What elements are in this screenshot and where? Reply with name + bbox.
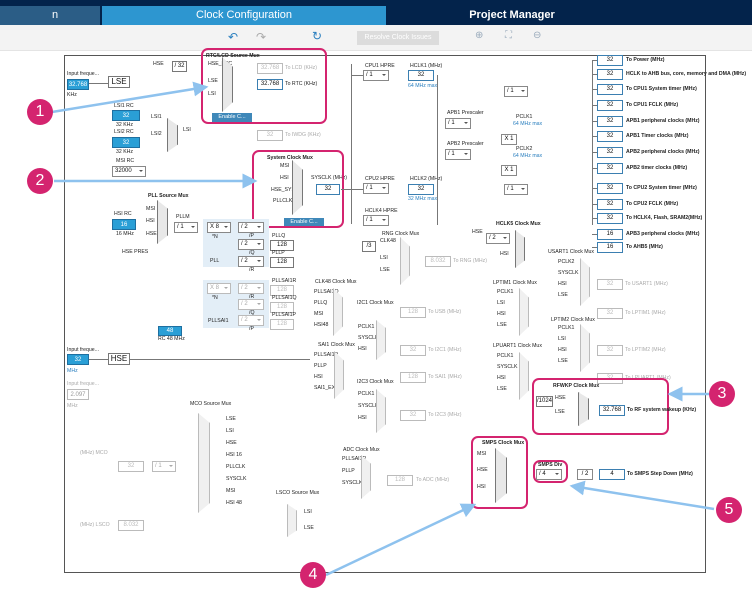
callout-4: 4 <box>300 562 326 588</box>
callout-5: 5 <box>716 497 742 523</box>
callout-3: 3 <box>709 381 735 407</box>
callout-2: 2 <box>27 168 53 194</box>
callout-1: 1 <box>27 99 53 125</box>
clock-config-window: n Clock Configuration Project Manager ↶ … <box>0 0 752 590</box>
annotation-arrows <box>51 81 715 577</box>
